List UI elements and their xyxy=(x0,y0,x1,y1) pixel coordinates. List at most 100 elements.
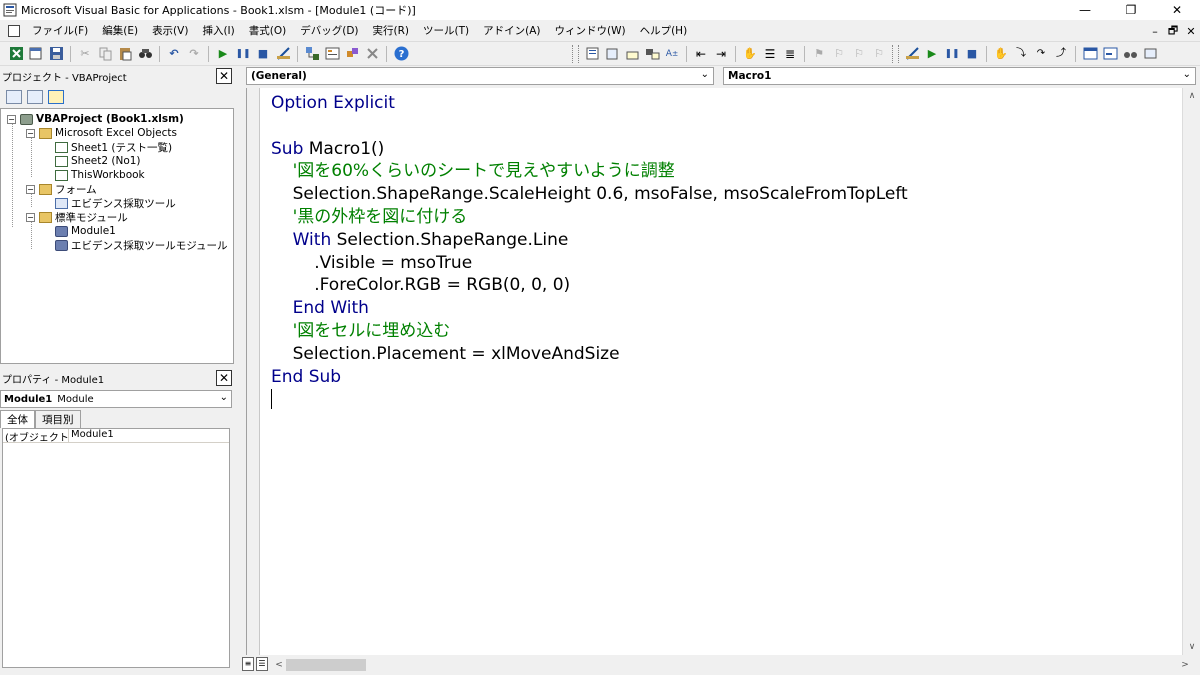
menu-format[interactable]: 書式(O) xyxy=(243,23,294,38)
code-line[interactable]: Selection.Placement = xlMoveAndSize xyxy=(271,343,908,366)
code-line[interactable]: '黒の外枠を図に付ける xyxy=(271,206,908,229)
watch-window-icon[interactable] xyxy=(1122,46,1138,62)
copy-icon[interactable] xyxy=(97,46,113,62)
outdent-icon[interactable]: ⇥ xyxy=(713,46,729,62)
mdi-close-button[interactable]: ✕ xyxy=(1182,25,1200,38)
code-margin-indicator-bar[interactable] xyxy=(247,88,260,655)
code-line[interactable] xyxy=(271,115,908,138)
code-editor[interactable]: Option Explicit Sub Macro1() '図を60%くらいのシー… xyxy=(246,88,1182,655)
menu-insert[interactable]: 挿入(I) xyxy=(196,23,242,38)
minimize-button[interactable]: — xyxy=(1062,0,1108,20)
find-icon[interactable] xyxy=(137,46,153,62)
property-value[interactable]: Module1 xyxy=(69,429,229,442)
step-out-icon[interactable]: ⤴ xyxy=(1053,46,1069,62)
mdi-minimize-button[interactable]: – xyxy=(1146,25,1164,38)
code-line[interactable]: Option Explicit xyxy=(271,92,908,115)
horizontal-scrollbar[interactable]: < > xyxy=(270,656,1189,674)
quick-watch-icon[interactable] xyxy=(1142,46,1158,62)
tree-item-thisworkbook[interactable]: ThisWorkbook xyxy=(55,168,145,182)
debug-break-icon[interactable]: ❚❚ xyxy=(944,46,960,62)
toggle-breakpoint-icon[interactable]: ✋ xyxy=(742,46,758,62)
toolbar-grip[interactable] xyxy=(892,44,899,63)
project-explorer-icon[interactable] xyxy=(304,46,320,62)
chevron-down-icon[interactable]: ⌄ xyxy=(220,392,228,403)
chevron-down-icon[interactable]: ⌄ xyxy=(1183,69,1191,80)
toggle-bookmark-icon[interactable]: ⚑ xyxy=(811,46,827,62)
tree-item-sheet2[interactable]: Sheet2 (No1) xyxy=(55,154,141,168)
debug-design-mode-icon[interactable] xyxy=(904,46,920,62)
step-into-icon[interactable]: ⤵ xyxy=(1013,46,1029,62)
collapse-icon[interactable]: − xyxy=(26,212,35,222)
tree-item-form1[interactable]: エビデンス採取ツール xyxy=(55,196,176,210)
toggle-folders-icon[interactable] xyxy=(48,90,64,104)
object-dropdown[interactable]: (General) ⌄ xyxy=(246,67,714,85)
chevron-down-icon[interactable]: ⌄ xyxy=(701,69,709,80)
code-line[interactable]: End With xyxy=(271,297,908,320)
tree-item-vbaproject[interactable]: − VBAProject (Book1.xlsm) xyxy=(7,112,184,126)
indent-icon[interactable]: ⇤ xyxy=(693,46,709,62)
menu-file[interactable]: ファイル(F) xyxy=(26,23,96,38)
tab-alphabetic[interactable]: 全体 xyxy=(0,410,35,428)
tree-item-forms[interactable]: − フォーム xyxy=(26,182,97,196)
close-button[interactable]: ✕ xyxy=(1154,0,1200,20)
scroll-right-icon[interactable]: > xyxy=(1176,657,1194,673)
menu-help[interactable]: ヘルプ(H) xyxy=(634,23,696,38)
menu-tools[interactable]: ツール(T) xyxy=(417,23,477,38)
help-icon[interactable]: ? xyxy=(393,46,409,62)
collapse-icon[interactable]: − xyxy=(26,128,35,138)
tree-item-module1[interactable]: Module1 xyxy=(55,224,116,238)
horizontal-scroll-thumb[interactable] xyxy=(286,659,366,671)
menu-view[interactable]: 表示(V) xyxy=(146,23,196,38)
code-lines[interactable]: Option Explicit Sub Macro1() '図を60%くらいのシー… xyxy=(271,92,908,411)
tab-categorized[interactable]: 項目別 xyxy=(35,410,81,428)
code-line[interactable]: .ForeColor.RGB = RGB(0, 0, 0) xyxy=(271,274,908,297)
system-menu-icon[interactable] xyxy=(8,24,20,37)
code-line[interactable]: With Selection.ShapeRange.Line xyxy=(271,229,908,252)
code-line[interactable]: '図を60%くらいのシートで見えやすいように調整 xyxy=(271,160,908,183)
tree-item-modules[interactable]: − 標準モジュール xyxy=(26,210,128,224)
immediate-window-icon[interactable] xyxy=(1102,46,1118,62)
menu-addins[interactable]: アドイン(A) xyxy=(477,23,548,38)
mdi-restore-button[interactable]: 🗗 xyxy=(1164,22,1182,41)
locals-window-icon[interactable] xyxy=(1082,46,1098,62)
properties-object-combo[interactable]: Module1 Module ⌄ xyxy=(0,390,232,408)
full-module-view-icon[interactable]: ☰ xyxy=(256,657,268,671)
code-line[interactable]: Sub Macro1() xyxy=(271,138,908,161)
break-icon[interactable]: ❚❚ xyxy=(235,46,251,62)
menu-debug[interactable]: デバッグ(D) xyxy=(294,23,366,38)
run-icon[interactable]: ▶ xyxy=(215,46,231,62)
list-properties-icon[interactable] xyxy=(584,46,600,62)
collapse-icon[interactable]: − xyxy=(7,114,16,124)
view-excel-icon[interactable] xyxy=(8,46,24,62)
design-mode-icon[interactable] xyxy=(275,46,291,62)
insert-userform-icon[interactable] xyxy=(28,46,44,62)
vertical-scrollbar[interactable]: ∧ ∨ xyxy=(1182,88,1200,655)
view-code-icon[interactable] xyxy=(6,90,22,104)
next-bookmark-icon[interactable]: ⚐ xyxy=(831,46,847,62)
scroll-down-icon[interactable]: ∨ xyxy=(1183,639,1200,655)
code-line[interactable]: Selection.ShapeRange.ScaleHeight 0.6, ms… xyxy=(271,183,908,206)
code-line[interactable]: End Sub xyxy=(271,366,908,389)
debug-breakpoint-icon[interactable]: ✋ xyxy=(993,46,1009,62)
undo-icon[interactable]: ↶ xyxy=(166,46,182,62)
complete-word-icon[interactable]: A ± xyxy=(664,46,680,62)
reset-icon[interactable]: ■ xyxy=(255,46,271,62)
scroll-up-icon[interactable]: ∧ xyxy=(1183,88,1200,104)
view-object-icon[interactable] xyxy=(27,90,43,104)
tree-item-sheet1[interactable]: Sheet1 (テスト一覧) xyxy=(55,140,172,154)
uncomment-block-icon[interactable]: ≣ xyxy=(782,46,798,62)
debug-reset-icon[interactable]: ■ xyxy=(964,46,980,62)
property-row[interactable]: (オブジェクト名) Module1 xyxy=(3,429,229,443)
list-constants-icon[interactable] xyxy=(604,46,620,62)
comment-block-icon[interactable]: ☰ xyxy=(762,46,778,62)
debug-run-icon[interactable]: ▶ xyxy=(924,46,940,62)
clear-bookmarks-icon[interactable]: ⚐ xyxy=(871,46,887,62)
menu-run[interactable]: 実行(R) xyxy=(367,23,418,38)
menu-window[interactable]: ウィンドウ(W) xyxy=(549,23,634,38)
parameter-info-icon[interactable] xyxy=(644,46,660,62)
tree-item-module2[interactable]: エビデンス採取ツールモジュール xyxy=(55,238,228,252)
procedure-view-icon[interactable]: ≡ xyxy=(242,657,254,671)
menu-edit[interactable]: 編集(E) xyxy=(96,23,146,38)
object-browser-icon[interactable] xyxy=(344,46,360,62)
code-line[interactable] xyxy=(271,388,908,411)
